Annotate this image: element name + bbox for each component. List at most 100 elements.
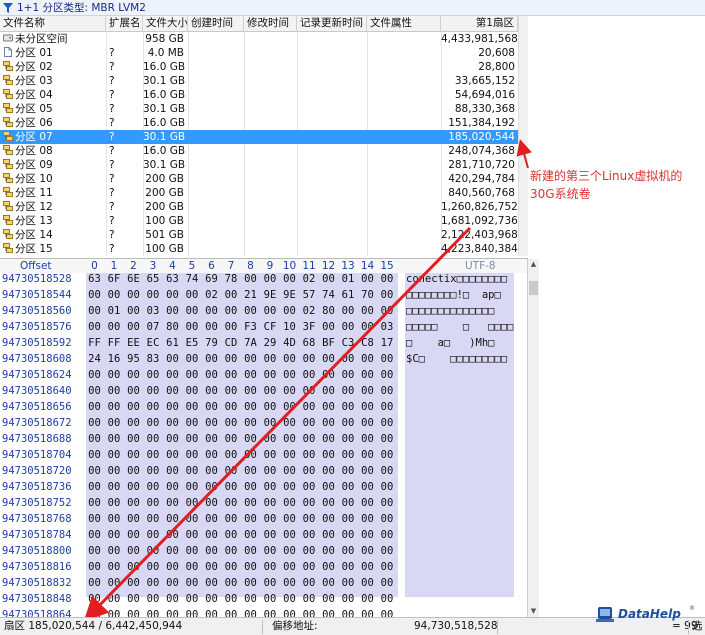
hex-byte[interactable]: 00	[242, 575, 259, 591]
hex-byte[interactable]: 00	[379, 479, 396, 495]
hex-byte[interactable]: 00	[125, 543, 142, 559]
col-header-attributes[interactable]: 文件属性	[367, 16, 441, 32]
hex-text[interactable]: $C□ □□□□□□□□□	[406, 351, 507, 367]
hex-byte[interactable]: 00	[106, 495, 123, 511]
hex-byte[interactable]: 00	[281, 463, 298, 479]
hex-byte[interactable]: 00	[359, 495, 376, 511]
hex-text[interactable]: conectix□□□□□□□□	[406, 271, 507, 287]
hex-byte[interactable]: 00	[262, 463, 279, 479]
hex-byte[interactable]: 9E	[281, 287, 298, 303]
hex-byte[interactable]: 00	[164, 287, 181, 303]
hex-byte[interactable]: 00	[86, 319, 103, 335]
hex-byte[interactable]: 00	[379, 367, 396, 383]
hex-byte[interactable]: 00	[86, 287, 103, 303]
hex-byte[interactable]: EC	[145, 335, 162, 351]
hex-byte[interactable]: 00	[340, 303, 357, 319]
hex-byte[interactable]: 00	[379, 399, 396, 415]
hex-row[interactable]: 94730518544 00 00 00 00 00 00 02 00 21 9E 9E 57 74 61 7…	[0, 287, 528, 303]
hex-byte[interactable]: 00	[281, 559, 298, 575]
hex-byte[interactable]: 00	[145, 543, 162, 559]
hex-byte[interactable]: 00	[106, 543, 123, 559]
table-row[interactable]: 分区 15? 100 GB 4,223,840,384	[0, 242, 518, 256]
hex-byte[interactable]: 83	[145, 351, 162, 367]
hex-byte[interactable]: 00	[320, 463, 337, 479]
hex-byte[interactable]: 00	[262, 415, 279, 431]
hex-byte[interactable]: 00	[145, 287, 162, 303]
hex-byte[interactable]: 00	[203, 447, 220, 463]
hex-byte[interactable]: 00	[203, 399, 220, 415]
hex-row[interactable]: 94730518816 00 00 00 00 00 00 00 00 00 00 00 00 00 00 0…	[0, 559, 528, 575]
table-row[interactable]: 分区 04? 16.0 GB 54,694,016	[0, 88, 518, 102]
hex-row[interactable]: 94730518528 63 6F 6E 65 63 74 69 78 00 00 00 02 00 01 0…	[0, 271, 528, 287]
hex-text[interactable]: □□□□□□□□□□□□□□	[406, 303, 495, 319]
hex-row[interactable]: 94730518720 00 00 00 00 00 00 00 00 00 00 00 00 00 00 0…	[0, 463, 528, 479]
hex-byte[interactable]: 00	[106, 527, 123, 543]
hex-byte[interactable]: 24	[86, 351, 103, 367]
hex-byte[interactable]: 00	[379, 303, 396, 319]
hex-byte[interactable]: 00	[125, 527, 142, 543]
hex-byte[interactable]: 00	[301, 383, 318, 399]
col-header-modified[interactable]: 修改时间	[244, 16, 297, 32]
table-row[interactable]: 未分区空间 958 GB 4,433,981,568	[0, 32, 518, 46]
hex-byte[interactable]: 00	[262, 479, 279, 495]
hex-byte[interactable]: 00	[242, 303, 259, 319]
hex-byte[interactable]: 00	[86, 399, 103, 415]
col-header-ext[interactable]: 扩展名	[106, 16, 143, 32]
hex-byte[interactable]: 00	[281, 367, 298, 383]
table-row[interactable]: 分区 02? 16.0 GB 28,800	[0, 60, 518, 74]
hex-byte[interactable]: 00	[164, 415, 181, 431]
hex-byte[interactable]: 00	[125, 447, 142, 463]
hex-byte[interactable]: 00	[340, 591, 357, 607]
hex-byte[interactable]: 00	[262, 495, 279, 511]
hex-byte[interactable]: 00	[106, 287, 123, 303]
hex-byte[interactable]: 00	[184, 479, 201, 495]
hex-byte[interactable]: 00	[320, 319, 337, 335]
hex-byte[interactable]: C3	[340, 335, 357, 351]
hex-byte[interactable]: 00	[262, 431, 279, 447]
hex-byte[interactable]: 00	[86, 415, 103, 431]
hex-byte[interactable]: 6E	[125, 271, 142, 287]
hex-byte[interactable]: 00	[164, 463, 181, 479]
hex-byte[interactable]: 00	[242, 447, 259, 463]
table-row[interactable]: 分区 09? 30.1 GB 281,710,720	[0, 158, 518, 172]
hex-row[interactable]: 94730518608 24 16 95 83 00 00 00 00 00 00 00 00 00 00 0…	[0, 351, 528, 367]
hex-byte[interactable]: 00	[320, 511, 337, 527]
hex-row[interactable]: 94730518704 00 00 00 00 00 00 00 00 00 00 00 00 00 00 0…	[0, 447, 528, 463]
hex-byte[interactable]: 00	[320, 543, 337, 559]
hex-byte[interactable]: 00	[320, 271, 337, 287]
hex-byte[interactable]: 00	[359, 431, 376, 447]
hex-byte[interactable]: 00	[379, 463, 396, 479]
hex-byte[interactable]: 00	[203, 591, 220, 607]
hex-byte[interactable]: 00	[125, 303, 142, 319]
hex-byte[interactable]: 00	[223, 543, 240, 559]
hex-byte[interactable]: 69	[203, 271, 220, 287]
hex-byte[interactable]: 00	[203, 431, 220, 447]
hex-byte[interactable]: 61	[340, 287, 357, 303]
hex-byte[interactable]: 63	[164, 271, 181, 287]
table-row[interactable]: 分区 12? 200 GB 1,260,826,752	[0, 200, 518, 214]
hex-byte[interactable]: 00	[86, 527, 103, 543]
hex-byte[interactable]: 00	[164, 527, 181, 543]
hex-byte[interactable]: FF	[86, 335, 103, 351]
hex-byte[interactable]: 00	[359, 591, 376, 607]
hex-text[interactable]: □ a□ )Mh□	[406, 335, 495, 351]
hex-byte[interactable]: 00	[340, 559, 357, 575]
hex-byte[interactable]: 00	[184, 575, 201, 591]
hex-byte[interactable]: 00	[86, 303, 103, 319]
hex-byte[interactable]: 4D	[281, 335, 298, 351]
hex-byte[interactable]: 00	[242, 511, 259, 527]
hex-byte[interactable]: 01	[340, 271, 357, 287]
hex-byte[interactable]: 00	[203, 479, 220, 495]
table-row[interactable]: 分区 01? 4.0 MB 20,608	[0, 46, 518, 60]
col-header-name[interactable]: 文件名称	[0, 16, 106, 32]
hex-byte[interactable]: 00	[281, 527, 298, 543]
hex-byte[interactable]: 00	[359, 527, 376, 543]
hex-byte[interactable]: 00	[379, 543, 396, 559]
hex-byte[interactable]: 00	[301, 591, 318, 607]
hex-row[interactable]: 94730518624 00 00 00 00 00 00 00 00 00 00 00 00 00 00 0…	[0, 367, 528, 383]
hex-byte[interactable]: 00	[145, 383, 162, 399]
hex-byte[interactable]: 00	[281, 271, 298, 287]
hex-row[interactable]: 94730518848 00 00 00 00 00 00 00 00 00 00 00 00 00 00 0…	[0, 591, 528, 607]
hex-byte[interactable]: 00	[242, 383, 259, 399]
hex-byte[interactable]: 00	[223, 527, 240, 543]
